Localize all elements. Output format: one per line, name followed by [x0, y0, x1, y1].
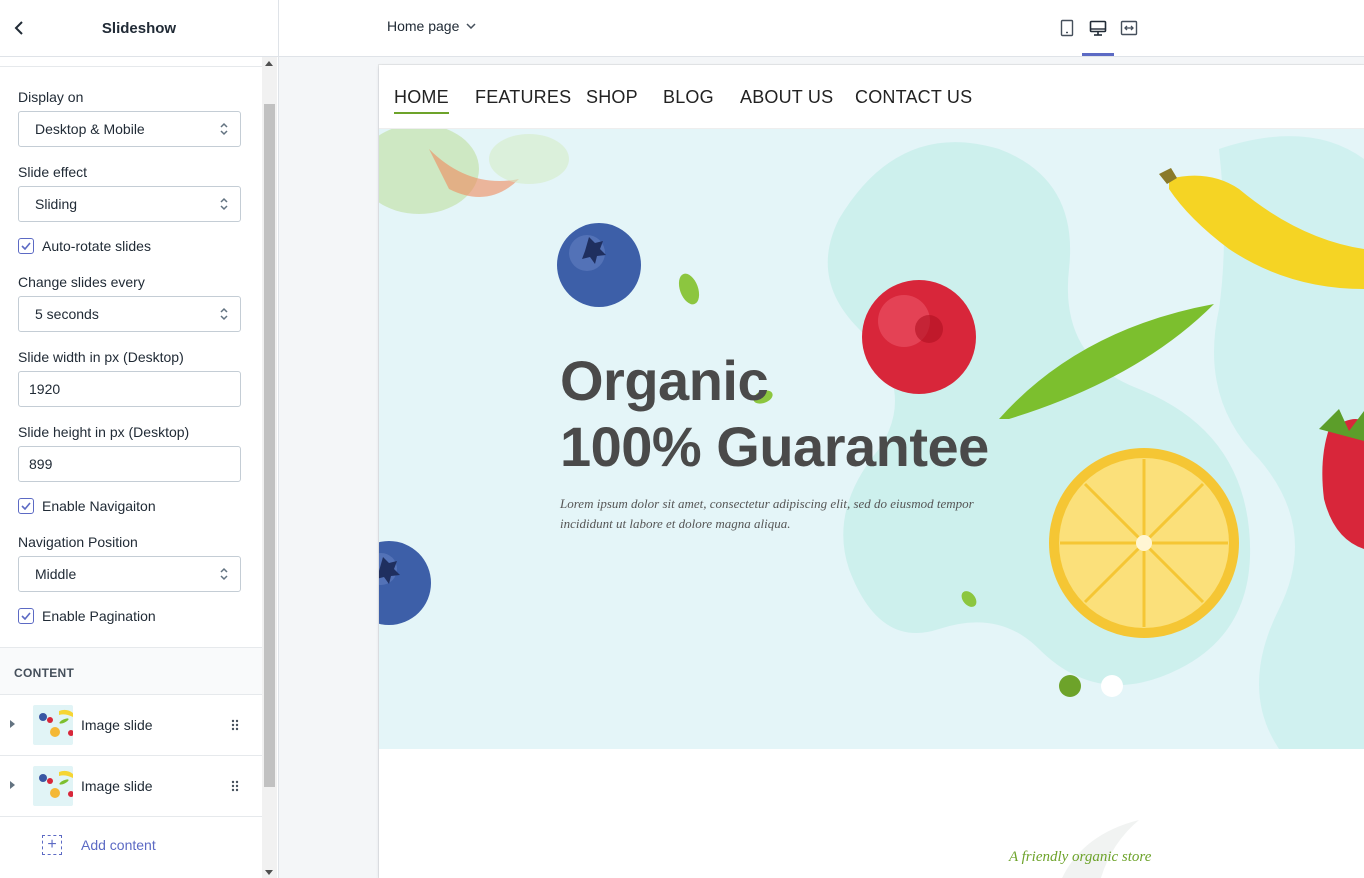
store-tagline: A friendly organic store	[1009, 849, 1152, 865]
select-arrows-icon	[220, 122, 228, 136]
hero-title: Organic 100% Guarantee	[560, 348, 989, 480]
drag-handle-icon[interactable]	[231, 780, 239, 792]
enable-pagination-checkbox[interactable]: Enable Pagination	[18, 608, 156, 624]
decorative-leaf-watermark	[1062, 820, 1139, 878]
checkmark-icon	[18, 238, 34, 254]
slide-thumbnail	[33, 705, 73, 745]
desktop-view-button[interactable]	[1086, 16, 1110, 40]
hero-title-line2: 100% Guarantee	[560, 415, 989, 478]
fullwidth-icon	[1120, 20, 1138, 36]
settings-sidebar: Slideshow Display on Desktop & Mobile Sl…	[0, 0, 279, 878]
select-arrows-icon	[220, 567, 228, 581]
enable-pagination-label: Enable Pagination	[42, 608, 156, 624]
enable-navigation-label: Enable Navigaiton	[42, 498, 156, 514]
pagination-dot[interactable]	[1101, 675, 1123, 697]
add-content-label: Add content	[81, 837, 156, 853]
slide-effect-label: Slide effect	[18, 164, 88, 180]
slide-height-label: Slide height in px (Desktop)	[18, 424, 190, 440]
hero-title-line1: Organic	[560, 349, 769, 412]
slide-height-input[interactable]: 899	[18, 446, 241, 482]
store-nav: HOME FEATURES SHOP BLOG ABOUT US CONTACT…	[379, 65, 1364, 129]
nav-home[interactable]: HOME	[394, 87, 449, 114]
scroll-down-icon[interactable]	[265, 870, 273, 875]
content-item-label: Image slide	[81, 778, 153, 794]
desktop-icon	[1089, 20, 1107, 36]
editor-topbar: Home page	[279, 0, 1364, 57]
slide-height-value: 899	[29, 456, 53, 472]
slide-width-input[interactable]: 1920	[18, 371, 241, 407]
enable-navigation-checkbox[interactable]: Enable Navigaiton	[18, 498, 156, 514]
add-content-button[interactable]: + Add content	[42, 835, 156, 855]
nav-position-label: Navigation Position	[18, 534, 138, 550]
sidebar-scroll-area: Display on Desktop & Mobile Slide effect…	[0, 57, 262, 878]
hero-slide: Organic 100% Guarantee Lorem ipsum dolor…	[379, 129, 1364, 749]
mobile-view-button[interactable]	[1055, 16, 1079, 40]
slide-thumbnail	[33, 766, 73, 806]
nav-position-select[interactable]: Middle	[18, 556, 241, 592]
hero-description: Lorem ipsum dolor sit amet, consectetur …	[560, 496, 974, 531]
nav-position-value: Middle	[35, 566, 77, 582]
back-icon[interactable]	[8, 17, 30, 39]
sidebar-title: Slideshow	[101, 19, 177, 37]
expand-caret-icon[interactable]	[10, 720, 15, 728]
chevron-down-icon	[466, 23, 476, 29]
drag-handle-icon[interactable]	[231, 719, 239, 731]
nav-blog[interactable]: BLOG	[663, 87, 714, 108]
add-icon: +	[42, 835, 62, 855]
auto-rotate-label: Auto-rotate slides	[42, 238, 151, 254]
change-every-value: 5 seconds	[35, 306, 99, 322]
sidebar-scrollbar[interactable]	[262, 57, 277, 878]
content-item-image-slide[interactable]: Image slide	[0, 756, 262, 817]
sidebar-header: Slideshow	[0, 0, 278, 57]
auto-rotate-checkbox[interactable]: Auto-rotate slides	[18, 238, 151, 254]
content-section-header: CONTENT	[0, 647, 262, 695]
checkmark-icon	[18, 608, 34, 624]
content-item-image-slide[interactable]: Image slide	[0, 695, 262, 756]
change-every-select[interactable]: 5 seconds	[18, 296, 241, 332]
checkmark-icon	[18, 498, 34, 514]
slide-width-value: 1920	[29, 381, 61, 397]
slide-effect-select[interactable]: Sliding	[18, 186, 241, 222]
select-arrows-icon	[220, 307, 228, 321]
nav-features[interactable]: FEATURES	[475, 87, 571, 108]
content-item-label: Image slide	[81, 717, 153, 733]
display-on-select[interactable]: Desktop & Mobile	[18, 111, 241, 147]
nav-contact-us[interactable]: CONTACT US	[855, 87, 972, 108]
nav-about-us[interactable]: ABOUT US	[740, 87, 833, 108]
expand-caret-icon[interactable]	[10, 781, 15, 789]
nav-shop[interactable]: SHOP	[586, 87, 638, 108]
fullwidth-view-button[interactable]	[1117, 16, 1141, 40]
select-arrows-icon	[220, 197, 228, 211]
slide-effect-value: Sliding	[35, 196, 78, 212]
store-preview: HOME FEATURES SHOP BLOG ABOUT US CONTACT…	[379, 65, 1364, 878]
display-on-label: Display on	[18, 89, 84, 105]
page-selector-label: Home page	[387, 18, 460, 34]
page-selector[interactable]: Home page	[387, 18, 476, 34]
divider	[0, 66, 262, 67]
scrollbar-thumb[interactable]	[264, 104, 275, 787]
pagination-dot-active[interactable]	[1059, 675, 1081, 697]
active-view-indicator	[1082, 53, 1114, 56]
display-on-value: Desktop & Mobile	[35, 121, 145, 137]
change-every-label: Change slides every	[18, 274, 145, 290]
scroll-up-icon[interactable]	[265, 61, 273, 66]
mobile-icon	[1060, 19, 1074, 37]
content-heading: CONTENT	[14, 666, 75, 680]
slide-width-label: Slide width in px (Desktop)	[18, 349, 184, 365]
